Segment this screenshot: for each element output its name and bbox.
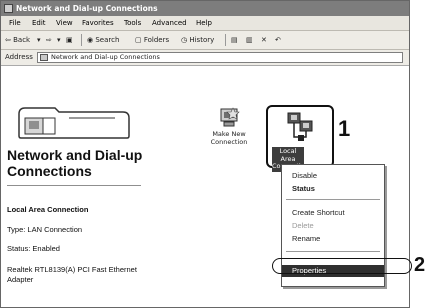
menu-item-disable[interactable]: Disable — [282, 170, 384, 182]
address-bar: Address Network and Dial-up Connections — [1, 50, 409, 66]
search-button[interactable]: ◉ Search — [87, 31, 119, 49]
menu-favorites[interactable]: Favorites — [82, 16, 114, 30]
toolbar-separator — [225, 34, 226, 46]
window-icon — [4, 4, 13, 13]
search-icon: ◉ — [87, 36, 94, 44]
delete-icon[interactable]: ✕ — [261, 31, 267, 49]
history-icon: ◷ — [181, 36, 188, 44]
up-folder-icon[interactable]: ▣ — [66, 31, 73, 49]
callout-number-1: 1 — [338, 116, 351, 141]
menu-item-create-shortcut[interactable]: Create Shortcut — [282, 207, 384, 219]
address-value: Network and Dial-up Connections — [51, 53, 160, 61]
back-arrow-icon: ⇦ — [5, 36, 11, 44]
make-new-connection-label: Make New Connection — [210, 130, 248, 146]
properties-callout-ring — [272, 258, 412, 274]
address-label: Address — [5, 53, 33, 61]
address-field[interactable]: Network and Dial-up Connections — [37, 52, 403, 63]
callout-number-2: 2 — [414, 254, 426, 276]
connection-name: Local Area Connection — [7, 205, 89, 214]
forward-dropdown-icon[interactable]: ▾ — [57, 31, 61, 49]
menu-separator — [286, 251, 380, 252]
menu-item-rename[interactable]: Rename — [282, 233, 384, 245]
menu-advanced[interactable]: Advanced — [152, 16, 187, 30]
left-info-panel: Network and Dial-up Connections Local Ar… — [1, 66, 149, 307]
panel-title: Network and Dial-up Connections — [7, 147, 143, 179]
network-folder-icon — [40, 54, 48, 61]
history-button[interactable]: ◷ History — [181, 31, 214, 49]
menu-bar: File Edit View Favorites Tools Advanced … — [1, 16, 409, 31]
undo-icon[interactable]: ↶ — [275, 31, 281, 49]
panel-divider — [7, 185, 141, 186]
menu-file[interactable]: File — [9, 16, 21, 30]
back-dropdown-icon[interactable]: ▾ — [37, 31, 41, 49]
adapter-name: Realtek RTL8139(A) PCI Fast Ethernet Ada… — [7, 265, 137, 284]
menu-tools[interactable]: Tools — [124, 16, 141, 30]
menu-help[interactable]: Help — [196, 16, 212, 30]
menu-edit[interactable]: Edit — [32, 16, 46, 30]
menu-item-status[interactable]: Status — [282, 183, 384, 195]
title-bar: Network and Dial-up Connections — [1, 1, 409, 16]
network-folder-icon — [18, 107, 130, 139]
forward-button[interactable]: ⇨ — [46, 31, 52, 49]
window-title: Network and Dial-up Connections — [16, 4, 158, 13]
local-area-connection-icon[interactable] — [284, 111, 316, 145]
menu-item-delete: Delete — [292, 221, 314, 230]
connection-type: Type: LAN Connection — [7, 225, 83, 234]
folders-button[interactable]: ▢ Folders — [135, 31, 169, 49]
copy-to-icon[interactable]: ▥ — [246, 31, 253, 49]
folders-icon: ▢ — [135, 36, 142, 44]
move-to-icon[interactable]: ▤ — [231, 31, 238, 49]
menu-view[interactable]: View — [56, 16, 73, 30]
toolbar: ⇦ Back ▾ ⇨ ▾ ▣ ◉ Search ▢ Folders ◷ Hist… — [1, 31, 409, 50]
connection-status: Status: Enabled — [7, 244, 60, 253]
make-new-connection-item[interactable]: Make New Connection — [209, 106, 249, 146]
make-new-connection-icon — [220, 107, 240, 127]
back-button[interactable]: ⇦ Back — [5, 31, 30, 49]
toolbar-separator — [81, 34, 82, 46]
menu-separator — [286, 199, 380, 200]
